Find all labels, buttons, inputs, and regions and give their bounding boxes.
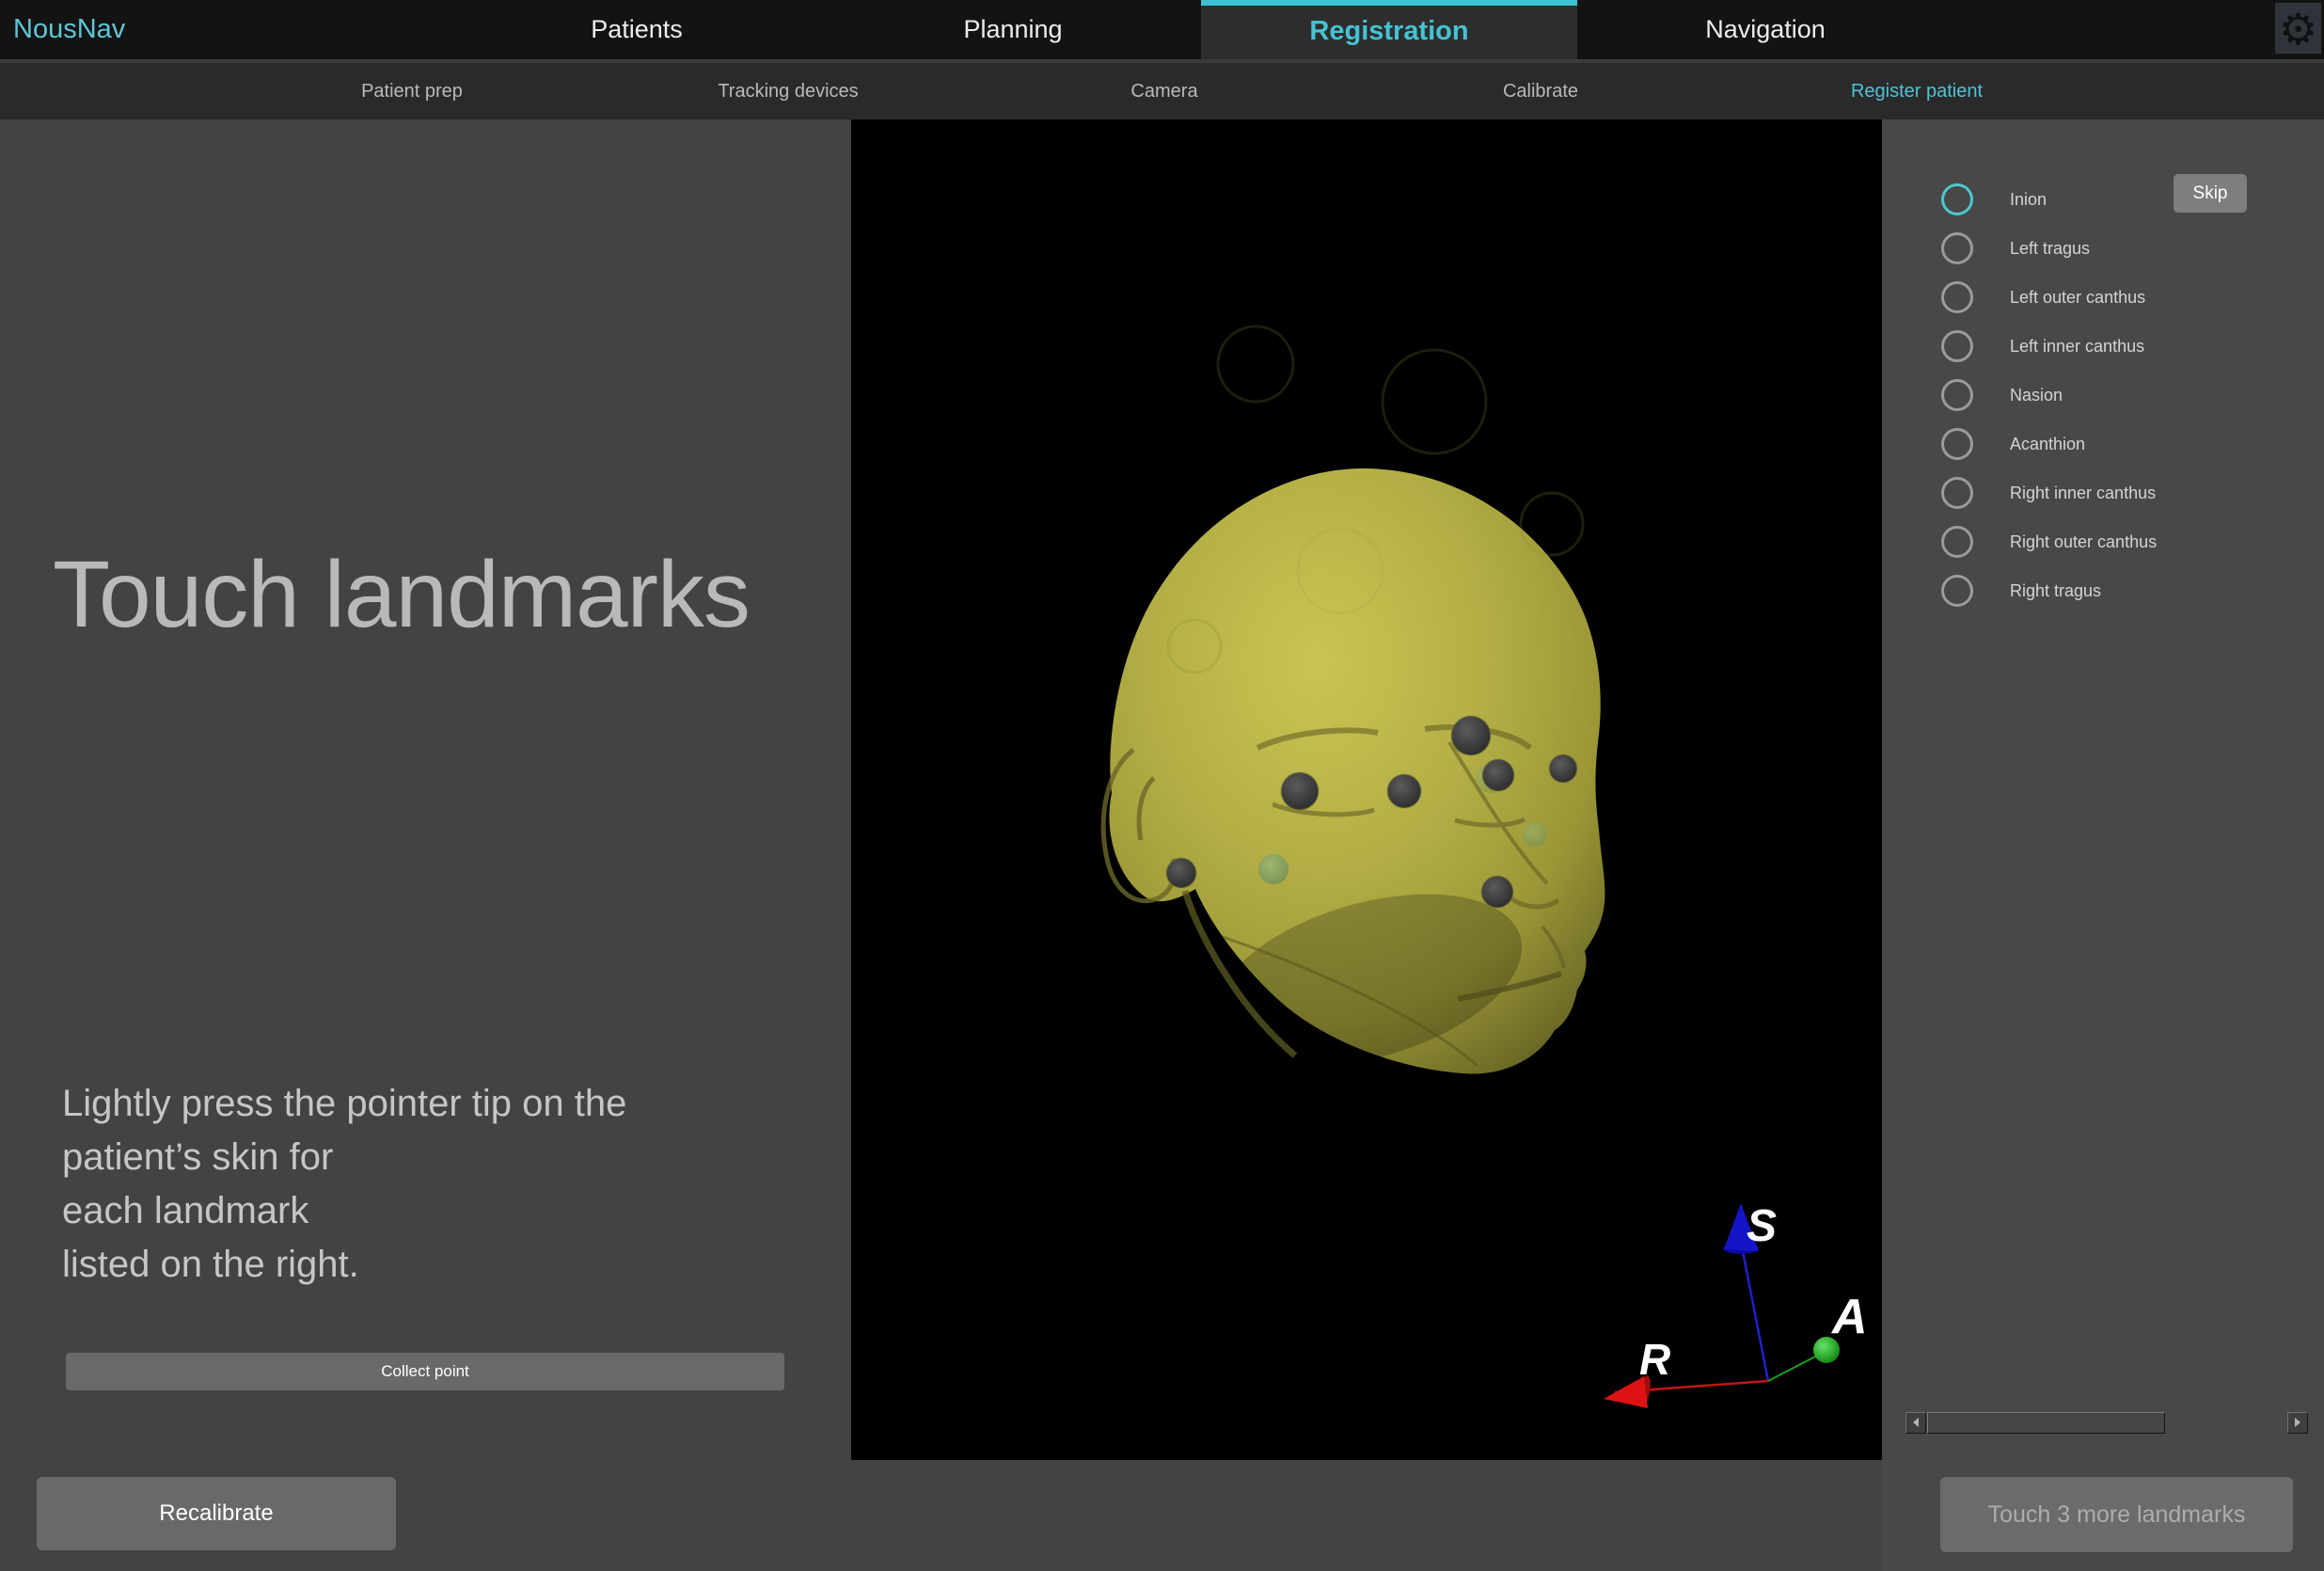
tab-patients[interactable]: Patients xyxy=(449,0,825,59)
scrollbar-thumb[interactable] xyxy=(1927,1412,2165,1434)
instruction-text: Lightly press the pointer tip on the pat… xyxy=(62,1077,626,1292)
landmark-label: Left outer canthus xyxy=(2010,281,2145,313)
axis-anterior-line xyxy=(1768,1354,1821,1381)
step-register-patient[interactable]: Register patient xyxy=(1851,63,1983,119)
settings-gear-icon[interactable]: ⚙ xyxy=(2275,3,2321,54)
radio-right-outer-canthus[interactable] xyxy=(1941,526,1973,558)
touch-more-landmarks-button[interactable]: Touch 3 more landmarks xyxy=(1940,1477,2293,1552)
scroll-left-arrow-icon xyxy=(1913,1418,1919,1427)
landmark-point xyxy=(1281,772,1319,810)
axis-label-right: R xyxy=(1639,1335,1670,1384)
horizontal-scrollbar xyxy=(1905,1412,2308,1434)
landmark-row-right-inner-canthus: Right inner canthus xyxy=(1882,477,2324,509)
scrollbar-left-button[interactable] xyxy=(1905,1412,1926,1434)
orientation-axes: S R A xyxy=(1604,1201,1868,1408)
landmark-point xyxy=(1481,876,1513,908)
radio-left-inner-canthus[interactable] xyxy=(1941,330,1973,362)
step-camera[interactable]: Camera xyxy=(1130,63,1197,119)
instruction-line: listed on the right. xyxy=(62,1238,626,1292)
landmark-row-left-outer-canthus: Left outer canthus xyxy=(1882,281,2324,313)
top-bar: NousNav Patients Planning Registration N… xyxy=(0,0,2324,59)
3d-viewport[interactable]: S R A xyxy=(851,119,1882,1460)
landmark-point xyxy=(1451,716,1491,755)
axis-label-superior: S xyxy=(1747,1201,1777,1251)
axis-superior-line xyxy=(1742,1246,1768,1381)
landmark-point-faded xyxy=(1523,822,1547,847)
landmark-row-nasion: Nasion xyxy=(1882,379,2324,411)
viewport-bottom-strip xyxy=(851,1460,1882,1571)
tab-navigation[interactable]: Navigation xyxy=(1577,0,1953,59)
radio-nasion[interactable] xyxy=(1941,379,1973,411)
recalibrate-button[interactable]: Recalibrate xyxy=(37,1477,396,1550)
landmark-row-right-outer-canthus: Right outer canthus xyxy=(1882,526,2324,558)
landmark-label: Right inner canthus xyxy=(2010,477,2156,509)
instruction-line: each landmark xyxy=(62,1184,626,1238)
workflow-step-bar: Patient prep Tracking devices Camera Cal… xyxy=(0,63,2324,119)
radio-left-tragus[interactable] xyxy=(1941,232,1973,264)
landmark-label: Right tragus xyxy=(2010,575,2101,607)
landmark-label: Inion xyxy=(2010,183,2047,215)
app-logo: NousNav xyxy=(13,0,125,59)
radio-acanthion[interactable] xyxy=(1941,428,1973,460)
landmark-row-left-inner-canthus: Left inner canthus xyxy=(1882,330,2324,362)
landmark-panel: Skip Inion Left tragus Left outer canthu… xyxy=(1882,119,2324,1571)
instruction-line: Lightly press the pointer tip on the xyxy=(62,1077,626,1131)
landmark-label: Acanthion xyxy=(2010,428,2085,460)
step-tracking-devices[interactable]: Tracking devices xyxy=(718,63,858,119)
landmark-row-acanthion: Acanthion xyxy=(1882,428,2324,460)
landmark-row-inion: Inion xyxy=(1882,183,2324,215)
landmark-row-right-tragus: Right tragus xyxy=(1882,575,2324,607)
head-model-render: S R A xyxy=(851,119,1882,1460)
radio-left-outer-canthus[interactable] xyxy=(1941,281,1973,313)
collect-point-button[interactable]: Collect point xyxy=(66,1353,784,1390)
landmark-label: Nasion xyxy=(2010,379,2063,411)
page-title: Touch landmarks xyxy=(53,541,750,649)
landmark-point xyxy=(1482,759,1514,791)
landmark-label: Right outer canthus xyxy=(2010,526,2157,558)
instruction-line: patient’s skin for xyxy=(62,1131,626,1184)
landmark-point xyxy=(1166,858,1196,888)
radio-right-inner-canthus[interactable] xyxy=(1941,477,1973,509)
app-window: NousNav Patients Planning Registration N… xyxy=(0,0,2324,1571)
axis-label-anterior: A xyxy=(1830,1290,1868,1344)
step-calibrate[interactable]: Calibrate xyxy=(1503,63,1578,119)
tab-planning[interactable]: Planning xyxy=(825,0,1201,59)
landmark-label: Left inner canthus xyxy=(2010,330,2144,362)
radio-right-tragus[interactable] xyxy=(1941,575,1973,607)
landmark-point xyxy=(1387,774,1421,808)
scroll-right-arrow-icon xyxy=(2295,1418,2300,1427)
radio-inion[interactable] xyxy=(1941,183,1973,215)
step-patient-prep[interactable]: Patient prep xyxy=(361,63,463,119)
landmark-label: Left tragus xyxy=(2010,232,2090,264)
tab-registration[interactable]: Registration xyxy=(1201,0,1577,59)
instruction-panel: Touch landmarks Lightly press the pointe… xyxy=(0,119,851,1571)
landmark-point xyxy=(1549,754,1577,783)
landmark-point-faded xyxy=(1258,854,1288,884)
head-model xyxy=(1103,326,1605,1098)
scrollbar-right-button[interactable] xyxy=(2287,1412,2308,1434)
landmark-row-left-tragus: Left tragus xyxy=(1882,232,2324,264)
